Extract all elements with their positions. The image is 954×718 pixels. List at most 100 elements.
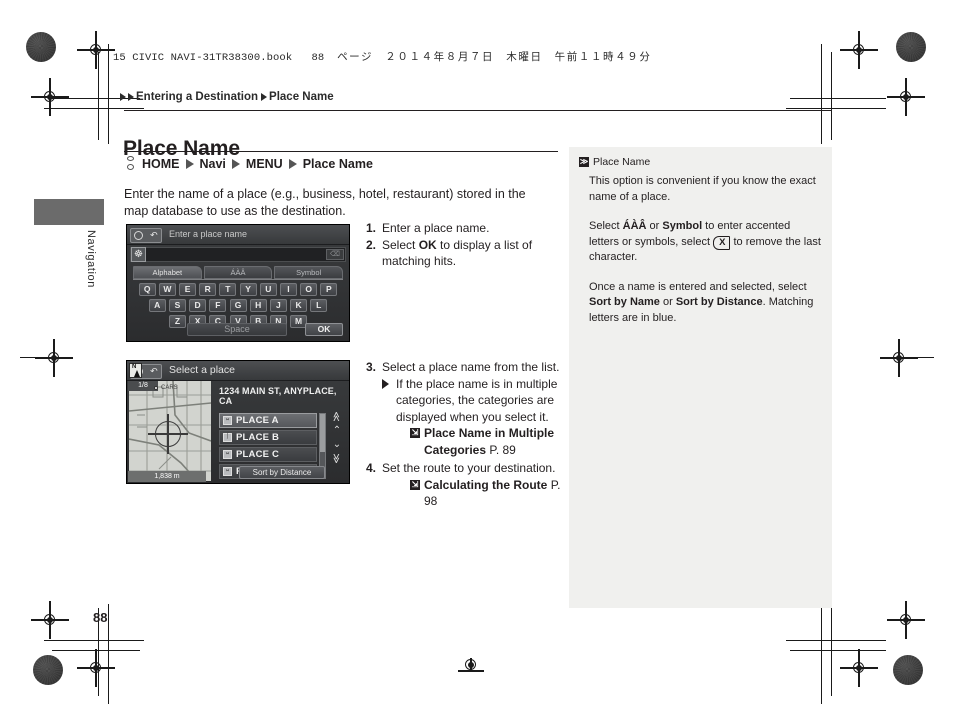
key-z[interactable]: Z bbox=[168, 315, 186, 329]
place-label: PLACE B bbox=[236, 432, 280, 443]
restaurant-icon: ⑅ bbox=[223, 450, 232, 459]
section-tab-label: Navigation bbox=[85, 230, 97, 288]
menu-path-item-2: MENU bbox=[245, 156, 283, 171]
crop-line-br-h2 bbox=[790, 650, 886, 652]
scroll-down-icon[interactable]: ⌄ bbox=[333, 439, 341, 450]
place-list-item-b[interactable]: ⎰ PLACE B bbox=[219, 430, 317, 445]
navi-keyboard-tabs: Alphabet ÁÀÂ Symbol bbox=[133, 266, 344, 279]
registration-mark-right-mid bbox=[880, 339, 918, 377]
step-text: Select OK to display a list of matching … bbox=[382, 237, 533, 269]
key-f[interactable]: F bbox=[209, 299, 227, 313]
steps-block-2: 3. Select a place name from the list. If… bbox=[366, 359, 566, 510]
navi-screenshot-keyboard: ↶ Enter a place name ☸ ⌫ Alphabet ÁÀÂ Sy… bbox=[126, 224, 350, 342]
place-label: PLACE C bbox=[236, 449, 280, 460]
step-text: Enter a place name. bbox=[382, 221, 490, 235]
key-h[interactable]: H bbox=[249, 299, 267, 313]
key-p[interactable]: P bbox=[320, 283, 338, 296]
registration-mark-top-right bbox=[840, 31, 878, 69]
sort-by-distance-button[interactable]: Sort by Distance bbox=[239, 466, 325, 479]
navi-screen1-back-icons[interactable]: ↶ bbox=[130, 228, 162, 243]
crop-line-bl-v bbox=[108, 604, 110, 704]
page-down-icon[interactable]: ≪ bbox=[332, 453, 343, 463]
keyboard-tab-accents[interactable]: ÁÀÂ bbox=[203, 266, 273, 279]
space-key[interactable]: Space bbox=[187, 323, 287, 336]
registration-mark-bottom-center bbox=[458, 658, 484, 672]
key-s[interactable]: S bbox=[168, 299, 186, 313]
key-a[interactable]: A bbox=[148, 299, 166, 313]
key-i[interactable]: I bbox=[279, 283, 297, 296]
key-e[interactable]: E bbox=[179, 283, 197, 296]
registration-mark-top-right-inner bbox=[887, 78, 925, 116]
crop-line-bl-h2 bbox=[52, 650, 140, 652]
place-list-scroll-arrows: ≫ ⌃ ⌄ ≪ bbox=[329, 411, 345, 464]
registration-mark-top-left-inner bbox=[31, 78, 69, 116]
navi-screen1-title: Enter a place name bbox=[169, 229, 248, 239]
place-list-item-c[interactable]: ⑅ PLACE C bbox=[219, 447, 317, 462]
navi-screen2-title: Select a place bbox=[169, 364, 235, 376]
cross-reference-1[interactable]: ⇲ Place Name in Multiple Categories P. 8… bbox=[410, 425, 566, 458]
home-button-icon bbox=[126, 156, 135, 171]
ok-button[interactable]: OK bbox=[305, 323, 343, 336]
back-arrow-icon: ↶ bbox=[150, 366, 158, 376]
backspace-key[interactable]: ⌫ bbox=[326, 249, 344, 260]
breadcrumb-arrow-icon-3 bbox=[261, 93, 268, 101]
keyboard-row-1: Q W E R T Y U I O P bbox=[133, 283, 343, 296]
key-t[interactable]: T bbox=[219, 283, 237, 296]
crop-line-tl-v bbox=[108, 44, 110, 144]
crop-line-bl-h bbox=[44, 640, 144, 642]
density-patch-top-left bbox=[26, 32, 56, 62]
print-header-file: 15 CIVIC NAVI-31TR38300.book bbox=[113, 52, 293, 64]
scrollbar-thumb[interactable] bbox=[320, 414, 325, 452]
key-o[interactable]: O bbox=[300, 283, 318, 296]
step-text: Select a place name from the list. bbox=[382, 360, 560, 374]
cross-reference-page: P. 89 bbox=[489, 442, 516, 457]
cross-reference-2[interactable]: ⇲ Calculating the Route P. 98 bbox=[410, 477, 566, 510]
density-patch-bottom-right bbox=[893, 655, 923, 685]
key-r[interactable]: R bbox=[199, 283, 217, 296]
registration-mark-bottom-right-inner bbox=[887, 601, 925, 639]
step-text: Set the route to your destination. bbox=[382, 461, 556, 475]
key-w[interactable]: W bbox=[158, 283, 176, 296]
breadcrumb-arrow-icon-2 bbox=[128, 93, 134, 101]
crop-tick-left-mid bbox=[20, 357, 42, 359]
print-header-page: 88 bbox=[311, 52, 325, 64]
side-panel-body: This option is convenient if you know th… bbox=[589, 174, 823, 340]
place-list-item-a[interactable]: ⑅ PLACE A bbox=[219, 413, 317, 428]
crop-line-br-h bbox=[786, 640, 886, 642]
key-k[interactable]: K bbox=[290, 299, 308, 313]
step-number: 4. bbox=[366, 461, 377, 475]
key-u[interactable]: U bbox=[259, 283, 277, 296]
crop-line-tr-v bbox=[821, 44, 823, 144]
restaurant-icon: ⑅ bbox=[223, 467, 232, 476]
registration-mark-bottom-left bbox=[77, 649, 115, 687]
key-g[interactable]: G bbox=[229, 299, 247, 313]
key-y[interactable]: Y bbox=[239, 283, 257, 296]
side-panel-heading: ≫ Place Name bbox=[579, 156, 650, 168]
target-icon bbox=[134, 231, 144, 240]
globe-icon[interactable]: ☸ bbox=[131, 247, 146, 262]
page-up-icon[interactable]: ≫ bbox=[332, 411, 343, 421]
step-number: 1. bbox=[366, 221, 377, 235]
registration-mark-top-left bbox=[77, 31, 115, 69]
key-d[interactable]: D bbox=[189, 299, 207, 313]
key-q[interactable]: Q bbox=[138, 283, 156, 296]
scroll-up-icon[interactable]: ⌃ bbox=[333, 425, 341, 436]
density-patch-top-right bbox=[896, 32, 926, 62]
key-l[interactable]: L bbox=[310, 299, 328, 313]
substep-bullet-icon bbox=[382, 376, 396, 426]
hotel-icon: ⎰ bbox=[223, 433, 232, 442]
keyboard-tab-alphabet[interactable]: Alphabet bbox=[133, 266, 202, 279]
reference-marker-icon: ≫ bbox=[579, 157, 589, 167]
step-2: 2. Select OK to display a list of matchi… bbox=[366, 237, 556, 270]
crop-line-tr-v2 bbox=[831, 52, 833, 140]
keyboard-tab-symbol[interactable]: Symbol bbox=[274, 266, 344, 279]
navi-text-input[interactable] bbox=[130, 247, 346, 262]
step-4: 4. Set the route to your destination. bbox=[366, 460, 566, 477]
step-number: 3. bbox=[366, 360, 377, 374]
restaurant-icon: ⑅ bbox=[223, 416, 232, 425]
keyboard-row-2: A S D F G H J K L bbox=[133, 299, 343, 313]
crop-line-tl-h bbox=[44, 108, 144, 110]
north-up-icon[interactable]: N bbox=[129, 363, 142, 378]
key-j[interactable]: J bbox=[269, 299, 287, 313]
print-header-line: 15 CIVIC NAVI-31TR38300.book 88 ページ ２０１４… bbox=[113, 49, 651, 64]
